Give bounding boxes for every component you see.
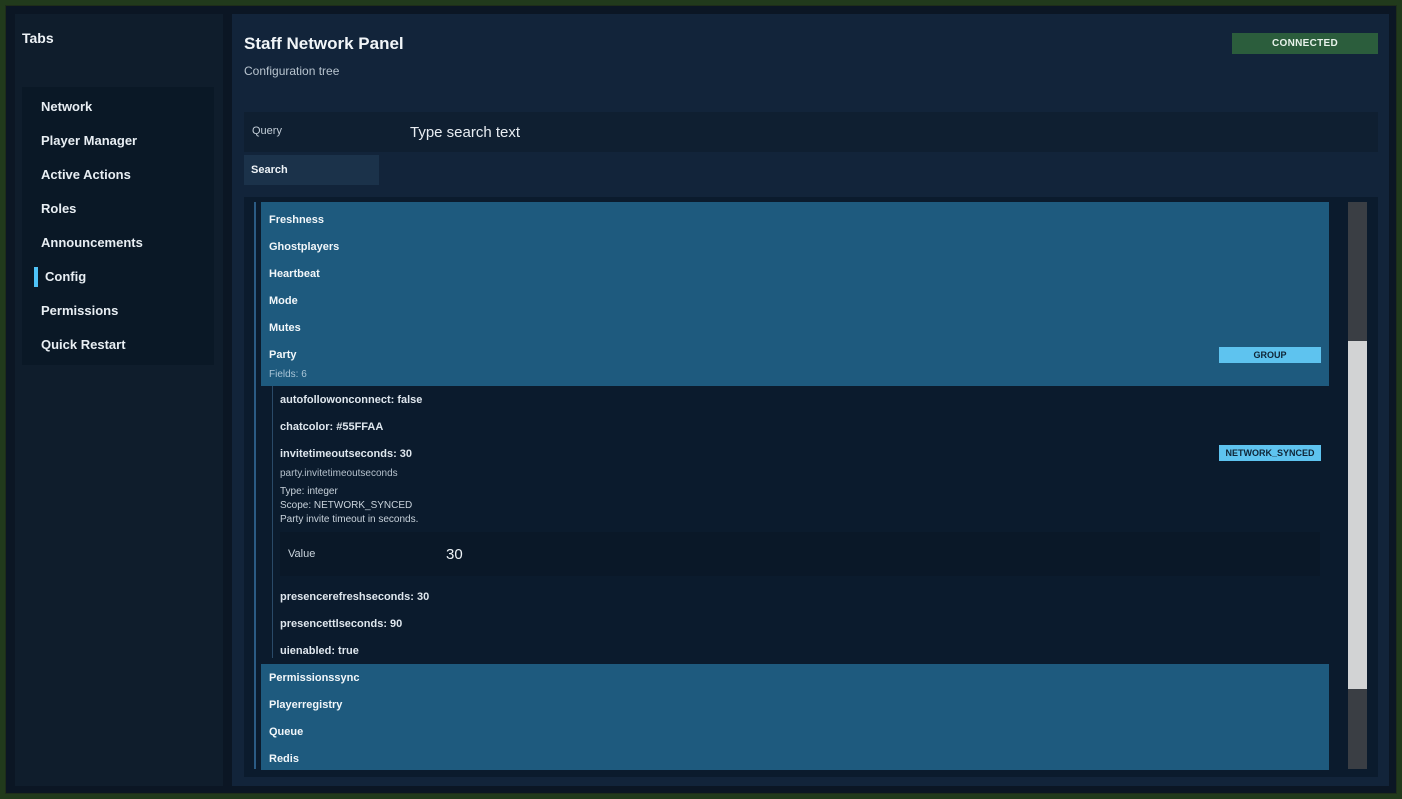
group-type-badge: GROUP xyxy=(1219,347,1321,363)
field-description: Party invite timeout in seconds. xyxy=(280,514,419,525)
search-input[interactable] xyxy=(404,118,1364,146)
tree-group-redis[interactable]: Redis xyxy=(269,753,299,765)
connection-status-badge: CONNECTED xyxy=(1232,33,1378,54)
tree-field-autofollowonconnect[interactable]: autofollowonconnect: false xyxy=(280,394,422,406)
main-panel: Staff Network Panel Configuration tree C… xyxy=(232,14,1389,786)
tree-group-party[interactable]: Party xyxy=(269,349,297,361)
value-editor: Value xyxy=(280,532,1320,576)
tree-group-ghostplayers[interactable]: Ghostplayers xyxy=(269,241,339,253)
tree-field-presencerefreshseconds[interactable]: presencerefreshseconds: 30 xyxy=(280,591,429,603)
page-title: Staff Network Panel xyxy=(244,34,404,53)
tree-group-queue[interactable]: Queue xyxy=(269,726,303,738)
tree-rail xyxy=(254,202,256,769)
scrollbar[interactable] xyxy=(1348,202,1367,769)
sidebar-title: Tabs xyxy=(22,30,54,46)
search-button[interactable]: Search xyxy=(244,155,379,185)
page-subtitle: Configuration tree xyxy=(244,64,340,78)
query-label: Query xyxy=(252,125,282,137)
app-window: Tabs Network Player Manager Active Actio… xyxy=(6,6,1396,793)
tree-field-chatcolor[interactable]: chatcolor: #55FFAA xyxy=(280,421,383,433)
tree-group-mode[interactable]: Mode xyxy=(269,295,298,307)
field-path: party.invitetimeoutseconds xyxy=(280,468,398,479)
fields-count: Fields: 6 xyxy=(269,369,307,380)
sidebar-item-quick-restart[interactable]: Quick Restart xyxy=(22,330,214,360)
field-type: Type: integer xyxy=(280,486,338,497)
field-scope: Scope: NETWORK_SYNCED xyxy=(280,500,413,511)
tab-list: Network Player Manager Active Actions Ro… xyxy=(22,87,214,365)
value-label: Value xyxy=(288,548,316,560)
active-tab-indicator xyxy=(34,267,38,287)
tree-group-heartbeat[interactable]: Heartbeat xyxy=(269,268,320,280)
sidebar-item-player-manager[interactable]: Player Manager xyxy=(22,126,214,156)
sidebar-item-active-actions[interactable]: Active Actions xyxy=(22,160,214,190)
sidebar-item-permissions[interactable]: Permissions xyxy=(22,296,214,326)
tree-field-uienabled[interactable]: uienabled: true xyxy=(280,645,359,657)
tree-field-presencettlseconds[interactable]: presencettlseconds: 90 xyxy=(280,618,402,630)
tree-group-playerregistry[interactable]: Playerregistry xyxy=(269,699,342,711)
query-bar: Query xyxy=(244,112,1378,152)
group-block: Permissionssync Playerregistry Queue Red… xyxy=(261,664,1329,770)
scope-badge: NETWORK_SYNCED xyxy=(1219,445,1321,461)
tree-group-freshness[interactable]: Freshness xyxy=(269,214,324,226)
group-block: Freshness Ghostplayers Heartbeat Mode Mu… xyxy=(261,202,1329,386)
sidebar-item-config[interactable]: Config xyxy=(22,262,214,292)
sidebar-item-network[interactable]: Network xyxy=(22,92,214,122)
value-input[interactable] xyxy=(440,540,840,568)
sidebar-item-roles[interactable]: Roles xyxy=(22,194,214,224)
config-tree: Freshness Ghostplayers Heartbeat Mode Mu… xyxy=(244,197,1378,777)
child-rail xyxy=(272,386,273,658)
sidebar-item-announcements[interactable]: Announcements xyxy=(22,228,214,258)
tree-group-mutes[interactable]: Mutes xyxy=(269,322,301,334)
scrollbar-thumb[interactable] xyxy=(1348,341,1367,689)
tree-group-permissionssync[interactable]: Permissionssync xyxy=(269,672,360,684)
sidebar-item-label: Config xyxy=(45,269,87,284)
tree-field-invitetimeoutseconds[interactable]: invitetimeoutseconds: 30 xyxy=(280,448,412,460)
sidebar: Tabs Network Player Manager Active Actio… xyxy=(15,14,223,786)
